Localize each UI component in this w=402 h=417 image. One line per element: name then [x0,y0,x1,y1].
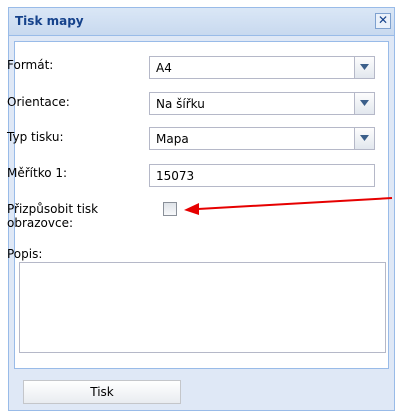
description-textarea[interactable] [19,262,386,353]
description-label: Popis: [7,247,43,261]
annotation-arrow-icon [184,197,393,215]
print-button[interactable]: Tisk [23,380,181,404]
